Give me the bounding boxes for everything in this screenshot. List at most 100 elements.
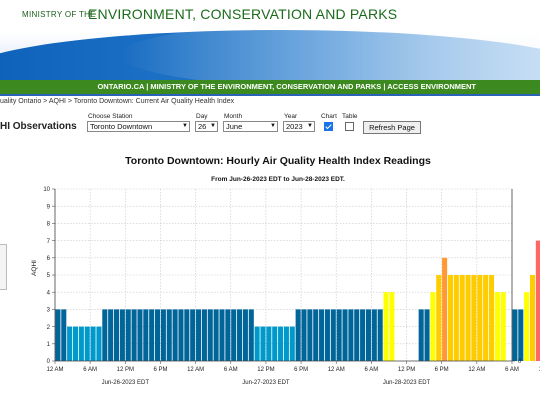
refresh-page-button[interactable]: Refresh Page bbox=[363, 121, 421, 134]
aqhi-bar bbox=[131, 309, 137, 361]
aqhi-bar bbox=[342, 309, 348, 361]
nav-divider bbox=[0, 94, 540, 96]
aqhi-bar bbox=[436, 275, 442, 361]
chart-checkbox-label: Chart bbox=[321, 113, 337, 120]
chevron-down-icon: ▼ bbox=[210, 123, 216, 129]
aqhi-bar bbox=[137, 309, 143, 361]
aqhi-bar bbox=[242, 309, 248, 361]
aqhi-bar bbox=[383, 292, 389, 361]
aqhi-bar bbox=[78, 326, 84, 361]
aqhi-bar bbox=[266, 326, 272, 361]
aqhi-chart: Toronto Downtown: Hourly Air Quality Hea… bbox=[31, 155, 540, 386]
aqhi-bar bbox=[201, 309, 207, 361]
breadcrumb[interactable]: uality Ontario > AQHI > Toronto Downtown… bbox=[0, 98, 234, 105]
month-select[interactable]: June ▼ bbox=[223, 121, 278, 132]
year-label: Year bbox=[284, 113, 298, 120]
aqhi-bar bbox=[72, 326, 79, 361]
x-tick-label: 6 AM bbox=[505, 367, 519, 373]
aqhi-bar bbox=[272, 326, 278, 361]
aqhi-bar bbox=[67, 326, 73, 361]
aqhi-bar bbox=[313, 309, 319, 361]
ministry-name[interactable]: ENVIRONMENT, CONSERVATION AND PARKS bbox=[88, 6, 397, 22]
day-select[interactable]: 26 ▼ bbox=[195, 121, 218, 132]
x-tick-label: 12 AM bbox=[468, 367, 485, 373]
aqhi-bar bbox=[90, 326, 96, 361]
aqhi-bar bbox=[184, 309, 190, 361]
aqhi-bar bbox=[231, 309, 237, 361]
aqhi-bar bbox=[160, 309, 166, 361]
x-tick-label: 12 PM bbox=[398, 367, 415, 373]
month-label: Month bbox=[224, 113, 243, 120]
aqhi-bar bbox=[477, 275, 483, 361]
aqhi-bar bbox=[442, 257, 448, 361]
aqhi-bar bbox=[254, 326, 260, 361]
y-tick-label: 1 bbox=[47, 342, 51, 348]
y-tick-label: 4 bbox=[47, 290, 51, 296]
y-tick-label: 9 bbox=[47, 204, 51, 210]
aqhi-bar bbox=[143, 309, 149, 361]
x-tick-label: 6 AM bbox=[224, 367, 238, 373]
aqhi-bar bbox=[248, 309, 254, 361]
aqhi-bar bbox=[319, 309, 325, 361]
header-swoosh-highlight bbox=[120, 20, 540, 80]
aqhi-bar bbox=[289, 326, 295, 361]
year-select[interactable]: 2023 ▼ bbox=[283, 121, 315, 132]
aqhi-bar bbox=[149, 309, 155, 361]
aqhi-bar bbox=[113, 309, 120, 361]
aqhi-bar bbox=[418, 309, 424, 361]
year-select-value: 2023 bbox=[286, 122, 303, 131]
aqhi-bar bbox=[471, 275, 477, 361]
aqhi-bar bbox=[488, 275, 495, 361]
chevron-down-icon: ▼ bbox=[307, 123, 313, 129]
x-tick-label: 12 AM bbox=[187, 367, 204, 373]
x-tick-label: 6 AM bbox=[365, 367, 379, 373]
chevron-down-icon: ▼ bbox=[270, 123, 276, 129]
aqhi-bar bbox=[447, 275, 454, 361]
aqhi-bar bbox=[96, 326, 102, 361]
aqhi-bar bbox=[465, 275, 471, 361]
aqhi-bar bbox=[459, 275, 465, 361]
aqhi-bar bbox=[330, 309, 336, 361]
aqhi-bar bbox=[61, 309, 67, 361]
station-label: Choose Station bbox=[88, 113, 133, 120]
date-label: Jun-28-2023 EDT bbox=[383, 380, 431, 386]
aqhi-bar bbox=[166, 309, 172, 361]
aqhi-bar bbox=[512, 309, 518, 361]
station-select-value: Toronto Downtown bbox=[90, 122, 153, 131]
aqhi-bar bbox=[307, 309, 313, 361]
y-tick-label: 5 bbox=[47, 273, 51, 279]
table-checkbox-label: Table bbox=[342, 113, 358, 120]
aqhi-bar bbox=[119, 309, 125, 361]
x-tick-label: 6 PM bbox=[294, 367, 308, 373]
aqhi-bar bbox=[354, 309, 360, 361]
chart-checkbox[interactable] bbox=[324, 122, 333, 131]
aqhi-bar bbox=[535, 240, 540, 361]
aqhi-bar bbox=[377, 309, 383, 361]
aqhi-bar bbox=[424, 309, 430, 361]
y-tick-label: 6 bbox=[47, 256, 51, 262]
y-tick-label: 10 bbox=[43, 187, 50, 193]
y-tick-label: 0 bbox=[47, 359, 51, 365]
aqhi-bar bbox=[360, 309, 366, 361]
aqhi-bar bbox=[453, 275, 459, 361]
chart-title: Toronto Downtown: Hourly Air Quality Hea… bbox=[125, 155, 431, 167]
chevron-down-icon: ▼ bbox=[182, 123, 188, 129]
station-select[interactable]: Toronto Downtown ▼ bbox=[87, 121, 190, 132]
aqhi-bar bbox=[524, 292, 530, 361]
aqhi-bar bbox=[371, 309, 377, 361]
y-tick-label: 3 bbox=[47, 308, 51, 314]
aqhi-bar bbox=[430, 292, 436, 361]
aqhi-bar bbox=[389, 292, 395, 361]
aqhi-bar bbox=[237, 309, 243, 361]
aqhi-bar bbox=[172, 309, 178, 361]
day-select-value: 26 bbox=[198, 122, 207, 131]
top-nav-links[interactable]: ONTARIO.CA | MINISTRY OF THE ENVIRONMENT… bbox=[97, 82, 476, 91]
aqhi-bar bbox=[278, 326, 284, 361]
aqhi-bar bbox=[324, 309, 330, 361]
aqhi-bar bbox=[336, 309, 342, 361]
top-nav-bar: ONTARIO.CA | MINISTRY OF THE ENVIRONMENT… bbox=[0, 80, 540, 94]
aqhi-bar bbox=[295, 309, 301, 361]
date-label: Jun-27-2023 EDT bbox=[242, 380, 290, 386]
table-checkbox[interactable] bbox=[345, 122, 354, 131]
aqhi-bar bbox=[518, 309, 524, 361]
